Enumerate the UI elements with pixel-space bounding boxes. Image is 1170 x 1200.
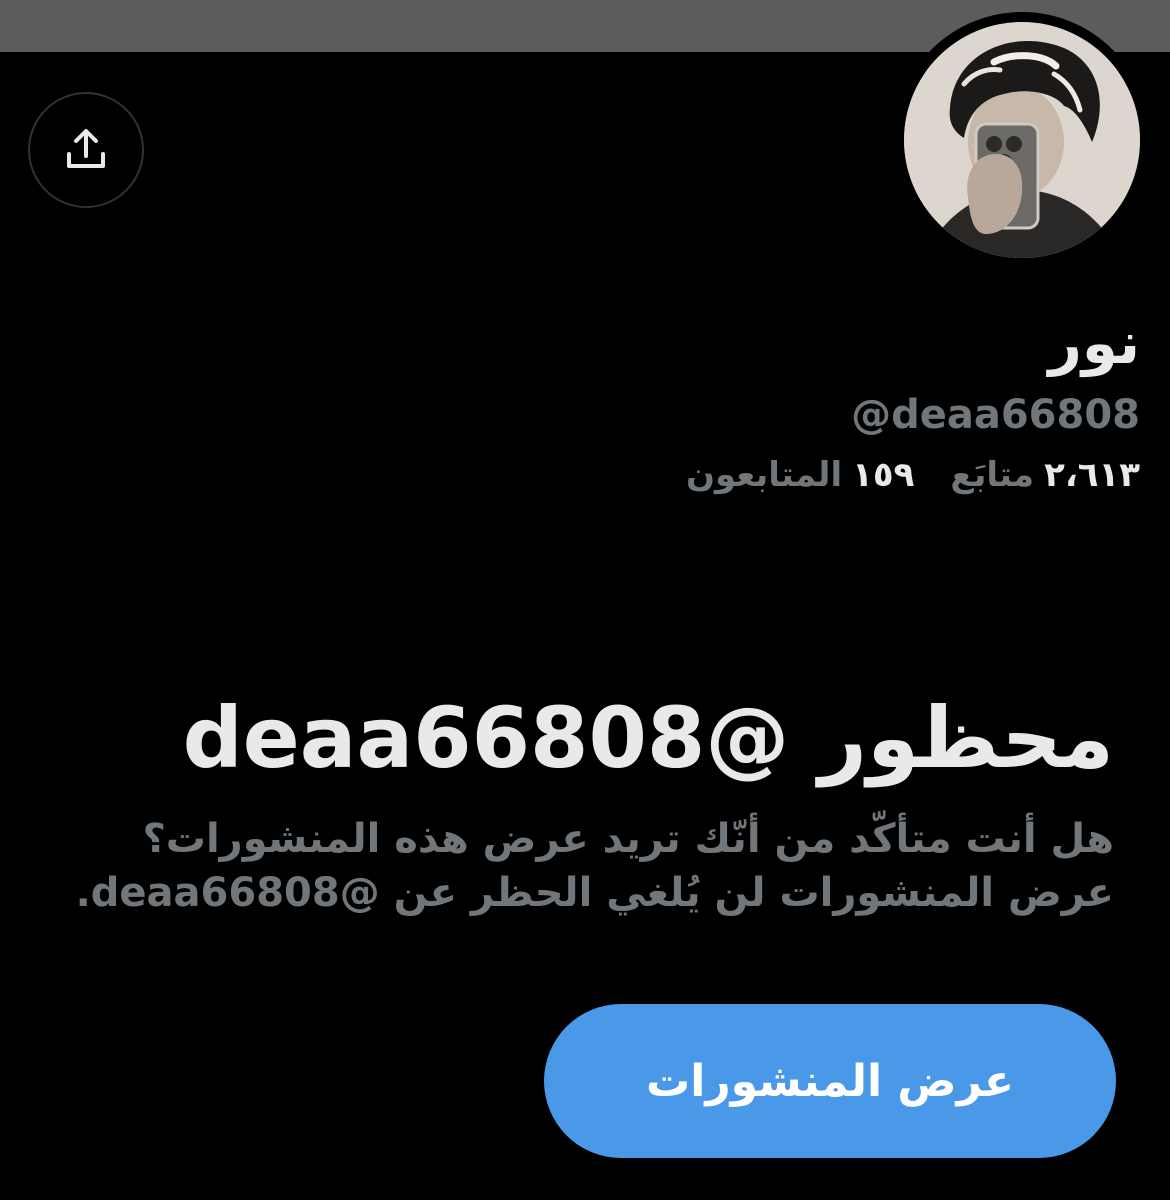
blocked-message-line2: عرض المنشورات لن يُلغي الحظر عن @deaa668… (75, 870, 1114, 916)
share-upload-icon (62, 126, 110, 174)
profile-stats: ٢،٦١٣ متابَع ١٥٩ المتابعون (686, 452, 1140, 498)
blocked-message: هل أنت متأكّد من أنّك تريد عرض هذه المنش… (54, 812, 1114, 920)
following-label: متابَع (950, 455, 1035, 495)
followers-count: ١٥٩ (852, 455, 915, 495)
view-posts-button[interactable]: عرض المنشورات (544, 1004, 1116, 1158)
avatar-photo (904, 22, 1140, 258)
followers-label: المتابعون (685, 455, 843, 495)
profile-handle: @deaa66808 (851, 392, 1140, 438)
followers-stat[interactable]: ١٥٩ المتابعون (686, 452, 914, 498)
profile-display-name: نور (1048, 309, 1140, 377)
following-stat[interactable]: ٢،٦١٣ متابَع (950, 452, 1140, 498)
profile-avatar[interactable] (894, 12, 1150, 268)
following-count: ٢،٦١٣ (1044, 455, 1140, 495)
blocked-title: محظور @deaa66808 (182, 689, 1114, 787)
share-button[interactable] (28, 92, 144, 208)
blocked-message-line1: هل أنت متأكّد من أنّك تريد عرض هذه المنش… (142, 816, 1114, 862)
